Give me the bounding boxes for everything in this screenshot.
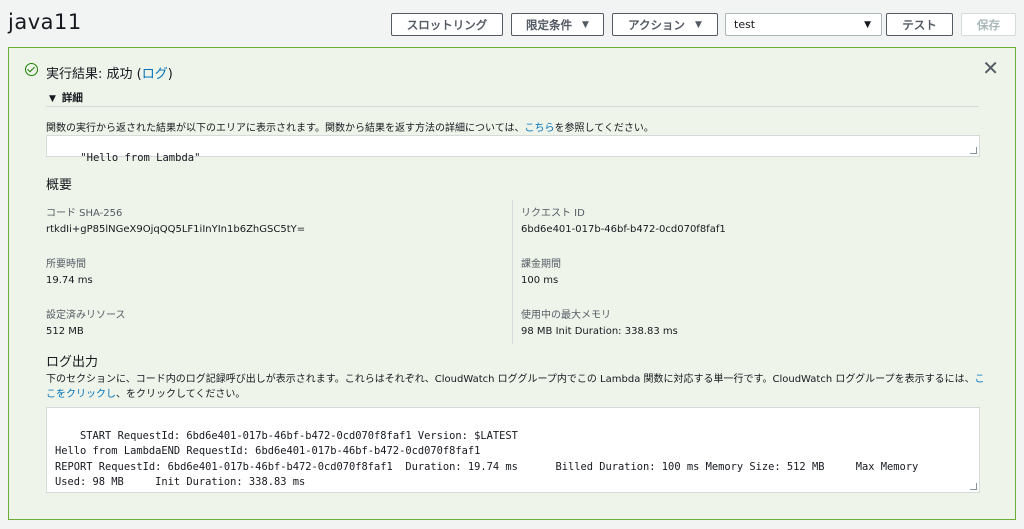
description-text: 関数の実行から返された結果が以下のエリアに表示されます。関数から結果を返す方法の…: [46, 123, 525, 134]
billed-duration-value: 100 ms: [521, 275, 559, 286]
result-title-suffix: ): [167, 67, 173, 82]
result-description: 関数の実行から返された結果が以下のエリアに表示されます。関数から結果を返す方法の…: [46, 119, 654, 134]
log-output[interactable]: START RequestId: 6bd6e401-017b-46bf-b472…: [46, 407, 980, 493]
log-link[interactable]: ログ: [142, 67, 168, 82]
resources-value: 512 MB: [46, 326, 84, 337]
log-description: 下のセクションに、コード内のログ記録呼び出しが表示されます。これらはそれぞれ、C…: [46, 372, 986, 402]
test-button[interactable]: テスト: [886, 13, 953, 36]
resize-handle-icon[interactable]: [970, 483, 977, 490]
log-output-heading: ログ出力: [46, 355, 99, 370]
divider: [46, 106, 979, 107]
details-label: 詳細: [61, 92, 83, 104]
result-output-text: "Hello from Lambda": [80, 152, 201, 164]
save-button[interactable]: 保存: [961, 13, 1016, 36]
resize-handle-icon[interactable]: [970, 147, 977, 154]
summary-heading: 概要: [46, 178, 73, 193]
caret-down-icon: ▼: [582, 19, 589, 30]
billed-duration-label: 課金期間: [521, 259, 561, 270]
check-circle-icon: [25, 63, 38, 76]
actions-button[interactable]: アクション ▼: [612, 13, 718, 36]
log-output-text: START RequestId: 6bd6e401-017b-46bf-b472…: [55, 429, 919, 489]
duration-value: 19.74 ms: [46, 275, 93, 286]
test-event-value: test: [734, 18, 756, 31]
log-description-text-end: 、をクリックしてください。: [116, 389, 246, 400]
result-output[interactable]: "Hello from Lambda": [46, 135, 980, 164]
duration-label: 所要時間: [46, 259, 86, 270]
qualifiers-button[interactable]: 限定条件 ▼: [511, 13, 604, 36]
docs-link[interactable]: こちら: [525, 123, 555, 134]
request-id-value: 6bd6e401-017b-46bf-b472-0cd070f8faf1: [521, 224, 726, 235]
execution-result-panel: 実行結果: 成功 (ログ) ✕ ▼ 詳細 関数の実行から返された結果が以下のエリア…: [8, 47, 1016, 520]
actions-label: アクション: [628, 17, 685, 32]
test-event-select[interactable]: test ▼: [725, 13, 882, 36]
description-text-end: を参照してください。: [554, 123, 654, 134]
test-label: テスト: [902, 17, 937, 32]
code-sha-label: コード SHA-256: [46, 208, 123, 219]
result-title-prefix: 実行結果: 成功 (: [46, 67, 142, 82]
qualifiers-label: 限定条件: [526, 17, 573, 32]
result-title: 実行結果: 成功 (ログ): [46, 63, 173, 82]
resources-label: 設定済みリソース: [46, 310, 126, 321]
caret-down-icon: ▼: [864, 19, 871, 30]
save-label: 保存: [977, 17, 1000, 32]
max-memory-value: 98 MB Init Duration: 338.83 ms: [521, 326, 678, 337]
caret-down-icon: ▼: [49, 94, 56, 104]
code-sha-value: rtkdIi+gP85lNGeX9OjqQQ5LF1iInYIn1b6ZhGSC…: [46, 224, 306, 235]
details-toggle[interactable]: ▼ 詳細: [49, 90, 83, 105]
max-memory-label: 使用中の最大メモリ: [521, 310, 611, 321]
throttling-button[interactable]: スロットリング: [391, 13, 503, 36]
request-id-label: リクエスト ID: [521, 208, 585, 219]
function-title: java11: [8, 10, 82, 34]
throttling-label: スロットリング: [406, 17, 488, 32]
close-icon[interactable]: ✕: [982, 58, 999, 78]
caret-down-icon: ▼: [695, 19, 702, 30]
log-description-text: 下のセクションに、コード内のログ記録呼び出しが表示されます。これらはそれぞれ、C…: [46, 374, 975, 385]
column-divider: [512, 200, 513, 344]
